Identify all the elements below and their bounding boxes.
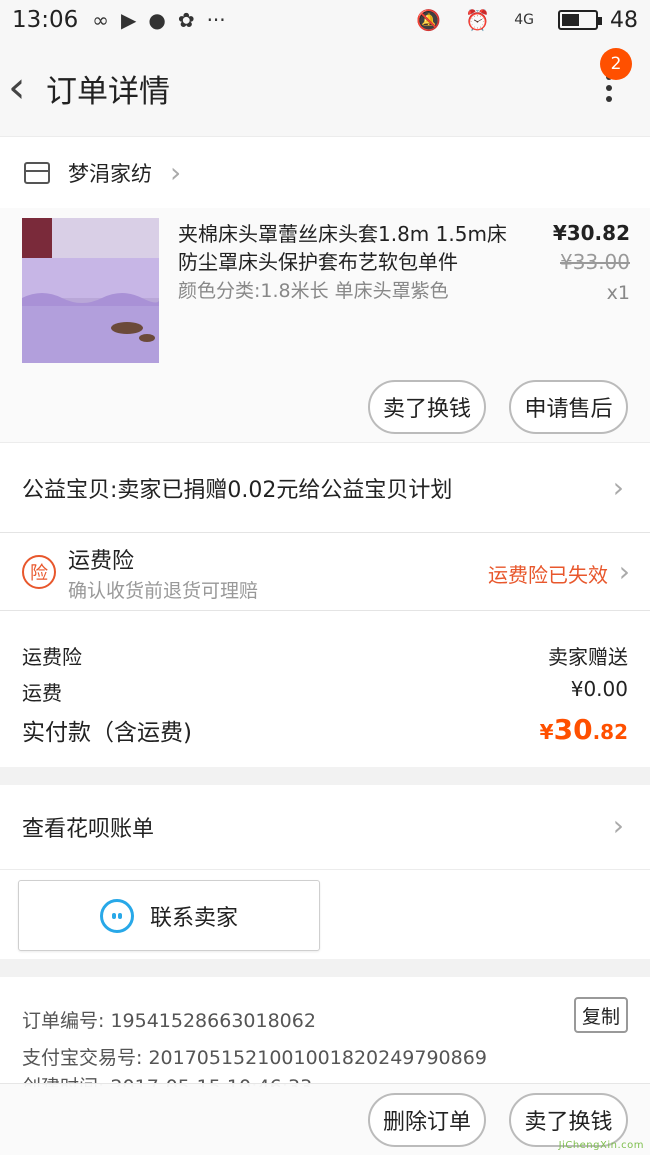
product-price: ¥30.82 [552,221,630,245]
cost-value: ¥0.00 [570,677,628,701]
product-card[interactable]: 夹棉床头罩蕾丝床头套1.8m 1.5m床防尘罩床头保护套布艺软包单件 颜色分类:… [0,208,650,442]
product-original-price: ¥33.00 [560,250,630,274]
total-label: 实付款（含运费) [22,720,192,746]
total-row: 实付款（含运费) ¥30.82 [22,713,628,747]
more-notifications-icon: ··· [206,8,226,32]
delete-order-button[interactable]: 删除订单 [368,1093,486,1147]
k-app-icon: ● [148,8,166,32]
back-arrow-icon[interactable]: ‹ [0,66,44,110]
copy-button[interactable]: 复制 [574,997,628,1033]
contact-area: 联系卖家 [0,869,650,959]
battery-icon [558,10,602,30]
cost-summary: 运费险 卖家赠送 运费 ¥0.00 实付款（含运费) ¥30.82 [0,610,650,767]
watermark: JiChengXin.com [558,1140,644,1151]
paw-icon: ✿ [177,8,195,32]
product-image[interactable] [22,218,159,363]
cost-label: 运费险 [22,645,82,669]
store-icon [24,161,50,184]
contact-seller-label: 联系卖家 [149,905,238,931]
huabei-bill-row[interactable]: 查看花呗账单 › [0,785,650,869]
play-icon: ▶ [120,8,137,32]
shop-name: 梦涓家纺 [68,161,152,186]
chevron-right-icon: › [170,156,182,189]
status-time: 13:06 [12,7,79,33]
page-title: 订单详情 [46,73,170,110]
charity-text: 公益宝贝:卖家已捐赠0.02元给公益宝贝计划 [22,477,453,503]
battery-level: 48 [610,7,638,33]
cost-row: 运费险 卖家赠送 [22,641,628,670]
mute-icon: 🔕 [416,8,442,32]
product-title[interactable]: 夹棉床头罩蕾丝床头套1.8m 1.5m床防尘罩床头保护套布艺软包单件 [178,220,508,276]
status-bar: 13:06 ∞ ▶ ● ✿ ··· 🔕 ⏰ 4G 48 [0,0,650,40]
after-sale-button[interactable]: 申请售后 [509,380,628,434]
cost-value: 卖家赠送 [548,645,628,669]
infinity-icon: ∞ [92,8,109,32]
signal-icon: 4G [514,12,534,28]
nav-bar: ‹ 订单详情 2 [0,40,650,136]
order-info: 订单编号: 19541528663018062 复制 支付宝交易号: 20170… [0,977,650,1087]
product-sku: 颜色分类:1.8米长 单床头罩紫色 [178,280,449,302]
bottom-action-bar: 删除订单 卖了换钱 JiChengXin.com [0,1083,650,1155]
cost-label: 运费 [22,681,62,705]
product-quantity: x1 [606,282,630,304]
alarm-icon: ⏰ [465,8,491,32]
resell-button[interactable]: 卖了换钱 [368,380,486,434]
total-amount: ¥30.82 [539,713,628,746]
insurance-subtitle: 确认收货前退货可理赔 [68,580,259,602]
order-number: 订单编号: 19541528663018062 [22,1010,316,1032]
chevron-right-icon: › [612,809,624,842]
insurance-icon: 险 [22,555,56,589]
shop-row[interactable]: 梦涓家纺 › [0,136,650,208]
charity-row[interactable]: 公益宝贝:卖家已捐赠0.02元给公益宝贝计划 › [0,442,650,532]
resell-button[interactable]: 卖了换钱 [509,1093,628,1147]
chat-bubble-icon [99,898,134,933]
cost-row: 运费 ¥0.00 [22,677,628,706]
chevron-right-icon: › [618,555,630,588]
alipay-trade-number: 支付宝交易号: 2017051521001001820249790869 [22,1047,487,1069]
insurance-status: 运费险已失效 [488,563,608,587]
contact-seller-button[interactable]: 联系卖家 [18,880,320,951]
huabei-text: 查看花呗账单 [22,817,155,842]
notification-badge: 2 [600,48,632,80]
chevron-right-icon: › [612,471,624,504]
shipping-insurance-row[interactable]: 险 运费险 确认收货前退货可理赔 运费险已失效 › [0,532,650,610]
insurance-title: 运费险 [68,549,135,574]
